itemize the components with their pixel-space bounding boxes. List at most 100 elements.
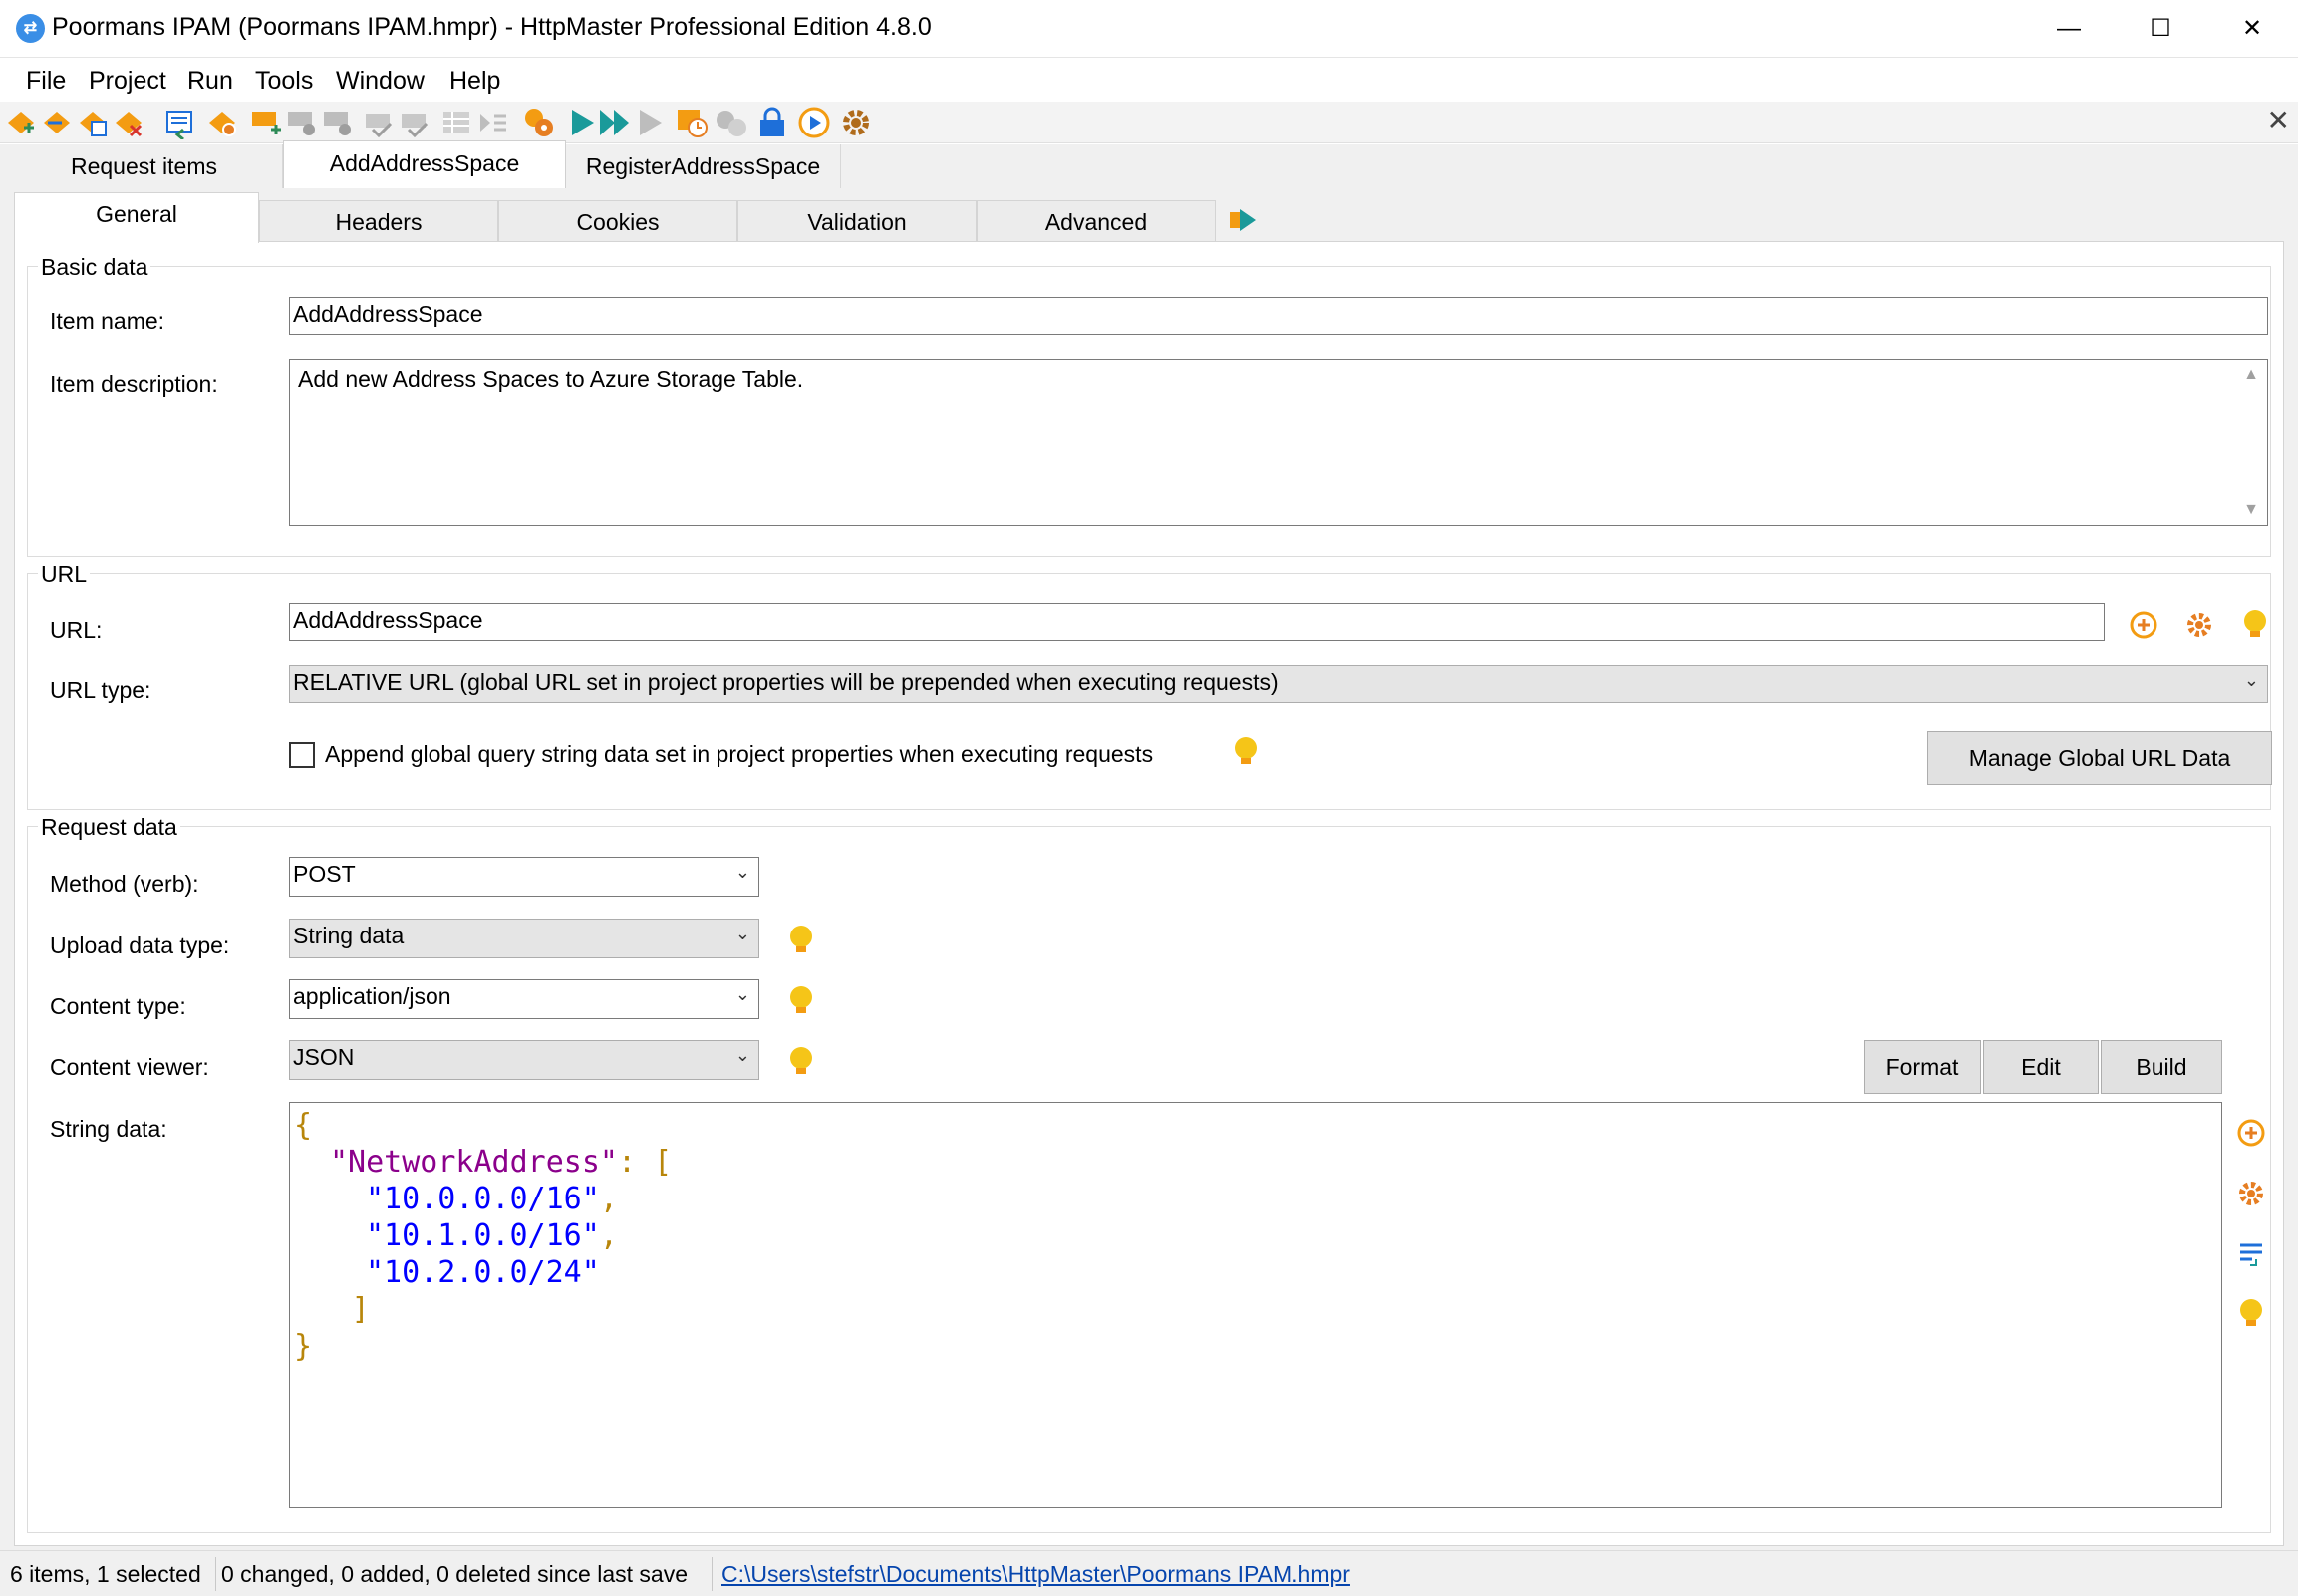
code-line: "10.1.0.0/16", [294, 1217, 2217, 1254]
basic-data-group: Basic data Item name: AddAddressSpace It… [27, 254, 2271, 557]
maximize-button[interactable]: ☐ [2115, 0, 2206, 58]
status-divider [712, 1557, 713, 1591]
chain-icon[interactable] [522, 106, 556, 139]
insert-item-icon[interactable] [40, 106, 74, 139]
append-hint-bulb-icon[interactable] [1232, 735, 1260, 769]
tab-headers[interactable]: Headers [259, 200, 498, 242]
add-parameter-icon[interactable] [249, 106, 283, 139]
append-query-checkbox[interactable] [289, 742, 315, 768]
tab-general[interactable]: General [14, 192, 259, 243]
tab-advanced[interactable]: Advanced [977, 200, 1216, 242]
url-type-select[interactable]: RELATIVE URL (global URL set in project … [289, 665, 2268, 703]
document-tabs: Request items AddAddressSpace RegisterAd… [0, 140, 2298, 188]
menu-file[interactable]: File [26, 67, 66, 96]
upload-type-value: String data [293, 923, 405, 948]
close-button[interactable]: ✕ [2206, 0, 2298, 58]
url-settings-gear-icon[interactable] [2184, 610, 2214, 640]
code-line: "10.2.0.0/24" [294, 1254, 2217, 1291]
tab-cookies[interactable]: Cookies [498, 200, 737, 242]
url-field[interactable]: AddAddressSpace [289, 603, 2105, 641]
menu-tools[interactable]: Tools [255, 67, 313, 96]
manage-global-url-button[interactable]: Manage Global URL Data [1927, 731, 2272, 785]
item-name-label: Item name: [50, 308, 165, 334]
tab-validation[interactable]: Validation [737, 200, 977, 242]
word-wrap-icon[interactable] [2236, 1239, 2266, 1269]
append-query-label[interactable]: Append global query string data set in p… [325, 741, 1153, 768]
basic-data-title: Basic data [38, 254, 151, 281]
item-panel: General Headers Cookies Validation Advan… [14, 192, 2284, 1546]
status-project-path-link[interactable]: C:\Users\stefstr\Documents\HttpMaster\Po… [721, 1561, 1350, 1588]
content-type-select[interactable]: application/json ⌄ [289, 979, 759, 1019]
chevron-down-icon: ⌄ [734, 862, 750, 882]
item-name-field[interactable]: AddAddressSpace [289, 297, 2268, 335]
close-tab-icon[interactable]: ✕ [2267, 104, 2290, 136]
general-tab-page: Basic data Item name: AddAddressSpace It… [14, 241, 2284, 1546]
content-type-label: Content type: [50, 993, 186, 1019]
chevron-down-icon: ⌄ [734, 984, 750, 1004]
add-item-icon[interactable] [4, 106, 38, 139]
delete-item-icon[interactable] [112, 106, 145, 139]
scroll-up-icon[interactable]: ▲ [2243, 366, 2259, 384]
run-list-icon [480, 114, 506, 132]
code-line: "10.0.0.0/16", [294, 1181, 2217, 1217]
gear-icon[interactable] [839, 106, 873, 139]
content-viewer-label: Content viewer: [50, 1054, 209, 1080]
content-viewer-value: JSON [293, 1044, 355, 1070]
url-type-label: URL type: [50, 677, 151, 703]
code-token: { [294, 1108, 313, 1143]
status-bar: 6 items, 1 selected 0 changed, 0 added, … [0, 1550, 2298, 1596]
upload-type-select[interactable]: String data ⌄ [289, 919, 759, 958]
menu-help[interactable]: Help [449, 67, 500, 96]
upload-type-label: Upload data type: [50, 932, 230, 958]
table-icon [443, 112, 469, 133]
build-button[interactable]: Build [2101, 1040, 2222, 1094]
code-line: ] [294, 1291, 2217, 1328]
chevron-down-icon: ⌄ [734, 924, 750, 943]
tab-request-items[interactable]: Request items [6, 144, 283, 188]
item-settings-icon[interactable] [205, 106, 239, 139]
item-description-field[interactable]: Add new Address Spaces to Azure Storage … [289, 359, 2268, 526]
upload-hint-bulb-icon[interactable] [787, 924, 815, 957]
request-data-title: Request data [38, 814, 180, 841]
method-value: POST [293, 861, 356, 887]
import-icon[interactable] [163, 106, 197, 139]
content-type-value: application/json [293, 983, 451, 1009]
lock-icon[interactable] [755, 106, 789, 139]
schedule-icon[interactable] [676, 106, 710, 139]
toolbar: ✕ [0, 102, 2298, 143]
run-all-icon[interactable] [598, 106, 632, 139]
menu-project[interactable]: Project [89, 67, 166, 96]
sub-tab-strip: General Headers Cookies Validation Advan… [14, 192, 1290, 243]
viewer-hint-bulb-icon[interactable] [787, 1045, 815, 1079]
string-data-gear-icon[interactable] [2236, 1179, 2266, 1208]
tab-registeraddressspace[interactable]: RegisterAddressSpace [566, 144, 841, 188]
code-token: "NetworkAddress" [330, 1145, 618, 1180]
run-selected-icon [640, 110, 662, 135]
menu-run[interactable]: Run [187, 67, 233, 96]
minimize-button[interactable]: — [2023, 0, 2115, 58]
string-data-hint-bulb-icon[interactable] [2237, 1297, 2265, 1331]
string-data-editor[interactable]: {"NetworkAddress": ["10.0.0.0/16", "10.1.… [289, 1102, 2222, 1508]
url-hint-bulb-icon[interactable] [2241, 608, 2269, 642]
code-token: } [294, 1329, 313, 1364]
window-title: Poormans IPAM (Poormans IPAM.hmpr) - Htt… [52, 13, 932, 41]
content-type-hint-bulb-icon[interactable] [787, 984, 815, 1018]
add-url-icon[interactable] [2129, 610, 2158, 640]
edit-button[interactable]: Edit [1983, 1040, 2099, 1094]
add-string-data-icon[interactable] [2236, 1118, 2266, 1148]
run-icon[interactable] [566, 106, 600, 139]
execution-icon[interactable] [797, 106, 831, 139]
scroll-down-icon[interactable]: ▼ [2243, 501, 2259, 519]
method-select[interactable]: POST ⌄ [289, 857, 759, 897]
tab-addaddressspace[interactable]: AddAddressSpace [283, 140, 566, 188]
code-line: { [294, 1107, 2217, 1144]
format-button[interactable]: Format [1864, 1040, 1981, 1094]
content-area: General Headers Cookies Validation Advan… [0, 188, 2298, 1550]
copy-item-icon[interactable] [76, 106, 110, 139]
execute-item-icon[interactable] [1228, 205, 1258, 235]
content-viewer-select[interactable]: JSON ⌄ [289, 1040, 759, 1080]
request-data-group: Request data Method (verb): POST ⌄ Uploa… [27, 814, 2271, 1533]
title-bar: ⇄ Poormans IPAM (Poormans IPAM.hmpr) - H… [0, 0, 2298, 58]
menu-window[interactable]: Window [336, 67, 425, 96]
code-line: "NetworkAddress": [ [294, 1144, 2217, 1181]
